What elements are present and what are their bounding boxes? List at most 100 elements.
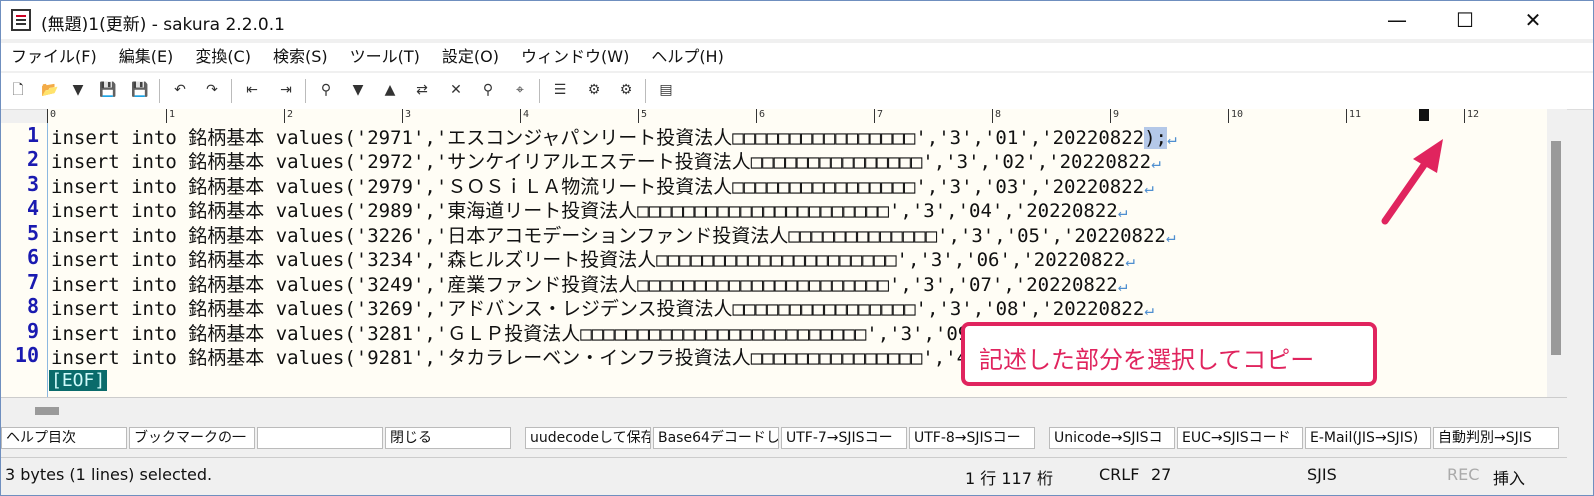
ruler-mark: 6 bbox=[756, 109, 765, 123]
outline-icon[interactable]: ☰ bbox=[551, 81, 569, 99]
tile-icon[interactable]: ▤ bbox=[657, 81, 675, 99]
ruler-mark: 8 bbox=[992, 109, 1001, 123]
menu-window[interactable]: ウィンドウ(W) bbox=[511, 43, 641, 71]
fkey-bookmark-list[interactable]: ブックマークの一 bbox=[129, 427, 255, 449]
grep-icon[interactable]: ⚲ bbox=[479, 81, 497, 99]
toolbar-separator bbox=[231, 79, 232, 103]
fkey-help-index[interactable]: ヘルプ目次 bbox=[1, 427, 127, 449]
search-prev-icon[interactable]: ▼ bbox=[349, 81, 367, 99]
line-ending: CRLF bbox=[1099, 465, 1140, 484]
fkey-close[interactable]: 閉じる bbox=[385, 427, 511, 449]
ruler-cursor-marker bbox=[1419, 109, 1429, 121]
ruler-mark: 11 bbox=[1346, 109, 1361, 123]
search-next-icon[interactable]: ▲ bbox=[381, 81, 399, 99]
ruler-mark: 5 bbox=[638, 109, 647, 123]
char-code: 27 bbox=[1151, 465, 1172, 484]
annotation-callout: 記述した部分を選択してコピー bbox=[961, 322, 1377, 386]
clear-mark-icon[interactable]: ✕ bbox=[447, 81, 465, 99]
code-line[interactable]: insert into 銘柄基本 values('2989','東海道リート投資… bbox=[51, 196, 1127, 223]
line-number: 4 bbox=[26, 196, 39, 220]
eol-mark: ↵ bbox=[1167, 129, 1177, 148]
title-bar[interactable]: (無題)1(更新) - sakura 2.2.0.1 — ☐ ✕ bbox=[1, 1, 1593, 39]
menu-tools[interactable]: ツール(T) bbox=[340, 43, 432, 71]
eol-mark: ↵ bbox=[1144, 178, 1154, 197]
save-icon[interactable]: 💾 bbox=[99, 81, 117, 99]
vertical-scroll-thumb[interactable] bbox=[1551, 141, 1561, 355]
menu-bar: ファイル(F) 編集(E) 変換(C) 検索(S) ツール(T) 設定(O) ウ… bbox=[1, 43, 1593, 71]
horizontal-scroll-thumb[interactable] bbox=[35, 407, 59, 415]
toolbar-separator bbox=[539, 79, 540, 103]
code-line[interactable]: insert into 銘柄基本 values('2972','サンケイリアルエ… bbox=[51, 147, 1161, 174]
fkey-utf8-to-sjis[interactable]: UTF-8→SJISコー bbox=[909, 427, 1035, 449]
code-line[interactable]: insert into 銘柄基本 values('3226','日本アコモデーシ… bbox=[51, 221, 1175, 248]
code-line[interactable]: insert into 銘柄基本 values('3234','森ヒルズリート投… bbox=[51, 245, 1135, 272]
close-button[interactable]: ✕ bbox=[1499, 1, 1567, 39]
new-file-icon[interactable]: 🗋 bbox=[9, 81, 27, 99]
vertical-scrollbar[interactable] bbox=[1547, 109, 1567, 395]
code-text: insert into 銘柄基本 values('3281','ＧＬＰ投資法人□… bbox=[51, 323, 1096, 345]
eol-mark: ↵ bbox=[1144, 300, 1154, 319]
horizontal-scrollbar[interactable] bbox=[1, 397, 1567, 424]
ruler-mark: 1 bbox=[166, 109, 175, 123]
fkey-autodetect-to-sjis[interactable]: 自動判別→SJIS bbox=[1433, 427, 1559, 449]
eol-mark: ↵ bbox=[1117, 276, 1128, 295]
ruler-mark: 12 bbox=[1464, 109, 1479, 123]
ruler-mark: 3 bbox=[402, 109, 411, 123]
minimize-button[interactable]: — bbox=[1363, 1, 1431, 39]
toolbar-separator bbox=[305, 79, 306, 103]
ruler-mark: 7 bbox=[874, 109, 883, 123]
text-editor[interactable]: 1 2 3 4 5 6 7 8 9 10 insert into 銘柄基本 va… bbox=[1, 123, 1547, 397]
replace-icon[interactable]: ⇄ bbox=[413, 81, 431, 99]
fkey-uudecode[interactable]: uudecodeして保存 bbox=[525, 427, 651, 449]
search-icon[interactable]: ⚲ bbox=[317, 81, 335, 99]
jump-next-icon[interactable]: ⇥ bbox=[277, 81, 295, 99]
status-bar: 3 bytes (1 lines) selected. 1 行 117 桁 CR… bbox=[1, 457, 1567, 492]
menu-edit[interactable]: 編集(E) bbox=[109, 43, 186, 71]
ruler-mark: 4 bbox=[520, 109, 529, 123]
menu-convert[interactable]: 変換(C) bbox=[185, 43, 263, 71]
code-line[interactable]: insert into 銘柄基本 values('2979','ＳＯＳｉＬＡ物流… bbox=[51, 172, 1154, 199]
menu-help[interactable]: ヘルプ(H) bbox=[641, 43, 736, 71]
undo-icon[interactable]: ↶ bbox=[171, 81, 189, 99]
fkey-unicode-to-sjis[interactable]: Unicode→SJISコ bbox=[1049, 427, 1175, 449]
eol-mark: ↵ bbox=[1117, 202, 1128, 221]
line-number: 5 bbox=[26, 221, 39, 245]
settings-common-icon[interactable]: ⚙ bbox=[585, 81, 603, 99]
menu-search[interactable]: 検索(S) bbox=[263, 43, 340, 71]
eol-mark: ↵ bbox=[1165, 227, 1176, 246]
ruler-mark: 0 bbox=[47, 109, 56, 123]
ruler-mark: 9 bbox=[1110, 109, 1119, 123]
code-text: insert into 銘柄基本 values('3269','アドバンス・レジ… bbox=[51, 298, 1145, 320]
code-text: insert into 銘柄基本 values('2971','エスコンジャパン… bbox=[51, 127, 1145, 149]
fkey-empty[interactable] bbox=[257, 427, 383, 449]
maximize-button[interactable]: ☐ bbox=[1431, 1, 1499, 39]
fkey-euc-to-sjis[interactable]: EUC→SJISコード bbox=[1177, 427, 1303, 449]
code-line[interactable]: insert into 銘柄基本 values('3249','産業ファンド投資… bbox=[51, 270, 1127, 297]
open-file-icon[interactable]: 📂 bbox=[41, 81, 59, 99]
status-message: 3 bytes (1 lines) selected. bbox=[5, 465, 213, 484]
eol-mark: ↵ bbox=[1151, 153, 1161, 172]
code-line[interactable]: insert into 銘柄基本 values('3281','ＧＬＰ投資法人□… bbox=[51, 319, 1105, 346]
dropdown-icon[interactable]: ▼ bbox=[69, 81, 87, 99]
save-all-icon[interactable]: 💾 bbox=[131, 81, 149, 99]
settings-type-icon[interactable]: ⚙ bbox=[617, 81, 635, 99]
code-line[interactable]: insert into 銘柄基本 values('2971','エスコンジャパン… bbox=[51, 123, 1177, 150]
encoding[interactable]: SJIS bbox=[1307, 465, 1337, 484]
line-number: 7 bbox=[26, 270, 39, 294]
callout-arrow-icon bbox=[1381, 139, 1443, 225]
insert-mode[interactable]: 挿入 bbox=[1493, 465, 1525, 489]
fkey-utf7-to-sjis[interactable]: UTF-7→SJISコー bbox=[781, 427, 907, 449]
menu-settings[interactable]: 設定(O) bbox=[432, 43, 511, 71]
ruler: 0 1 2 3 4 5 6 7 8 9 10 11 12 bbox=[47, 109, 1567, 124]
menu-file[interactable]: ファイル(F) bbox=[1, 43, 109, 71]
jump-prev-icon[interactable]: ⇤ bbox=[243, 81, 261, 99]
toolbar: 🗋 📂 ▼ 💾 💾 ↶ ↷ ⇤ ⇥ ⚲ ▼ ▲ ⇄ ✕ ⚲ ⌖ ☰ ⚙ ⚙ ▤ bbox=[1, 73, 1593, 110]
redo-icon[interactable]: ↷ bbox=[203, 81, 221, 99]
editor-window: (無題)1(更新) - sakura 2.2.0.1 — ☐ ✕ ファイル(F)… bbox=[0, 0, 1594, 496]
tag-jump-icon[interactable]: ⌖ bbox=[511, 81, 529, 99]
code-line[interactable]: insert into 銘柄基本 values('3269','アドバンス・レジ… bbox=[51, 294, 1154, 321]
eol-mark: ↵ bbox=[1125, 251, 1135, 270]
fkey-base64-decode[interactable]: Base64デコードして bbox=[653, 427, 779, 449]
line-number: 6 bbox=[26, 245, 39, 269]
fkey-email-jis-to-sjis[interactable]: E-Mail(JIS→SJIS) bbox=[1305, 427, 1431, 449]
